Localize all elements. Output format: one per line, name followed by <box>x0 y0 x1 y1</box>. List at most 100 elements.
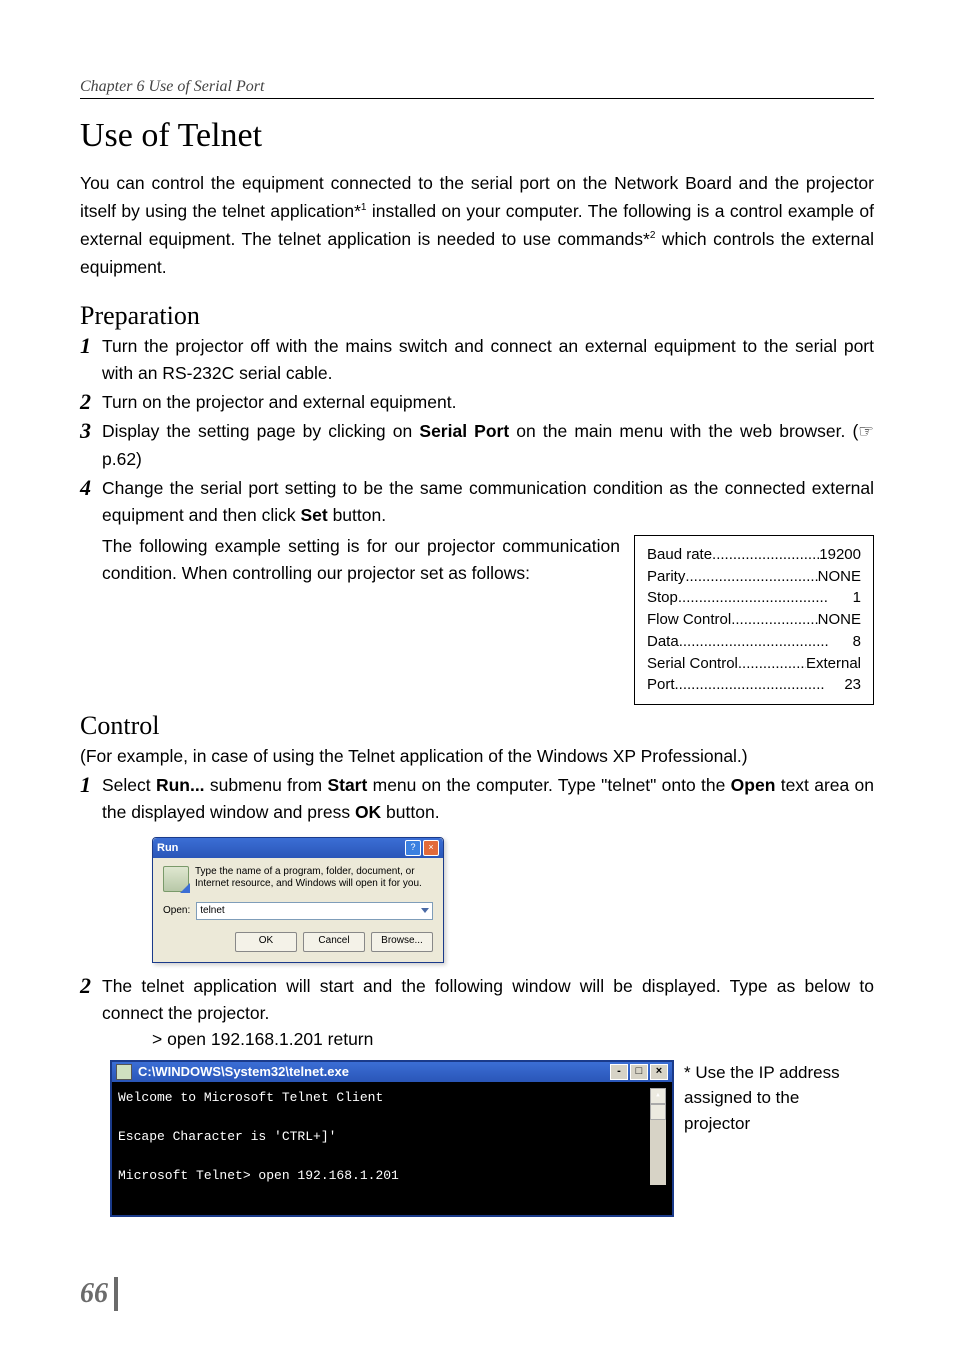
step-number: 1 <box>80 772 102 826</box>
step-text: The telnet application will start and th… <box>102 973 874 1027</box>
chevron-down-icon[interactable] <box>421 908 429 913</box>
v: NONE <box>818 566 861 588</box>
v: 19200 <box>819 544 861 566</box>
line: Escape Character is 'CTRL+]' <box>118 1129 336 1144</box>
k: Parity <box>647 566 685 588</box>
open-input[interactable]: telnet <box>196 902 433 920</box>
t: Change the serial port setting to be the… <box>102 478 874 525</box>
intro-paragraph: You can control the equipment connected … <box>80 169 874 281</box>
close-icon[interactable]: × <box>650 1064 668 1080</box>
control-step-1: 1 Select Run... submenu from Start menu … <box>80 772 874 826</box>
settings-row: Serial Control External <box>647 653 861 675</box>
maximize-icon[interactable]: □ <box>630 1064 648 1080</box>
step-text: Display the setting page by clicking on … <box>102 418 874 472</box>
dots <box>678 587 853 609</box>
v: 1 <box>853 587 861 609</box>
step-number: 1 <box>80 333 102 387</box>
settings-row: Baud rate 19200 <box>647 544 861 566</box>
set-label: Set <box>300 505 327 525</box>
t: Display the setting page by clicking on <box>102 421 419 441</box>
scroll-thumb[interactable] <box>650 1104 666 1120</box>
step-text: Turn the projector off with the mains sw… <box>102 333 874 387</box>
close-icon[interactable]: × <box>423 840 439 856</box>
t: button. <box>328 505 386 525</box>
run-titlebar[interactable]: Run ? × <box>153 838 443 858</box>
cancel-button[interactable]: Cancel <box>303 932 365 952</box>
minimize-icon[interactable]: - <box>610 1064 628 1080</box>
open-field-label: Open: <box>163 905 190 916</box>
ip-note: * Use the IP address assigned to the pro… <box>684 1060 864 1137</box>
step-text: Turn on the projector and external equip… <box>102 389 874 416</box>
dots <box>675 674 845 696</box>
open-input-value: telnet <box>200 905 224 916</box>
serial-port-label: Serial Port <box>419 421 509 441</box>
page-number: 66 <box>80 1277 118 1311</box>
run-dialog: Run ? × Type the name of a program, fold… <box>152 837 444 963</box>
prep-followup: The following example setting is for our… <box>102 533 620 705</box>
run-description: Type the name of a program, folder, docu… <box>195 866 433 890</box>
page-title: Use of Telnet <box>80 117 874 155</box>
prep-step-4: 4 Change the serial port setting to be t… <box>80 475 874 529</box>
prep-step-2: 2 Turn on the projector and external equ… <box>80 389 874 416</box>
telnet-title-text: C:\WINDOWS\System32\telnet.exe <box>138 1064 608 1079</box>
t: button. <box>381 802 439 822</box>
scrollbar[interactable]: ▴ <box>650 1088 666 1186</box>
v: NONE <box>818 609 861 631</box>
settings-row: Flow Control NONE <box>647 609 861 631</box>
dots <box>712 544 819 566</box>
v: 23 <box>844 674 861 696</box>
open-label: Open <box>731 775 776 795</box>
scroll-up-icon[interactable]: ▴ <box>650 1088 666 1104</box>
k: Port <box>647 674 675 696</box>
run-icon <box>163 866 189 892</box>
settings-row: Data 8 <box>647 631 861 653</box>
settings-row: Port 23 <box>647 674 861 696</box>
t: menu on the computer. Type "telnet" onto… <box>367 775 730 795</box>
prep-step-1: 1 Turn the projector off with the mains … <box>80 333 874 387</box>
run-title: Run <box>157 842 403 854</box>
dots <box>679 631 853 653</box>
step-number: 2 <box>80 389 102 416</box>
k: Baud rate <box>647 544 712 566</box>
k: Stop <box>647 587 678 609</box>
step-number: 2 <box>80 973 102 1027</box>
line: Welcome to Microsoft Telnet Client <box>118 1090 383 1105</box>
telnet-output: Welcome to Microsoft Telnet Client Escap… <box>118 1088 646 1186</box>
telnet-command: > open 192.168.1.201 return <box>152 1029 874 1050</box>
control-note: (For example, in case of using the Telne… <box>80 743 874 770</box>
telnet-body[interactable]: Welcome to Microsoft Telnet Client Escap… <box>112 1082 672 1216</box>
k: Data <box>647 631 679 653</box>
step-text: Change the serial port setting to be the… <box>102 475 874 529</box>
dots <box>738 653 806 675</box>
dots <box>685 566 817 588</box>
chapter-header: Chapter 6 Use of Serial Port <box>80 78 874 99</box>
settings-box: Baud rate 19200 Parity NONE Stop 1 Flow Con… <box>634 535 874 705</box>
t: submenu from <box>205 775 328 795</box>
preparation-heading: Preparation <box>80 301 874 331</box>
start-label: Start <box>327 775 367 795</box>
line: Microsoft Telnet> open 192.168.1.201 <box>118 1168 399 1183</box>
ok-button[interactable]: OK <box>235 932 297 952</box>
control-heading: Control <box>80 711 874 741</box>
browse-button[interactable]: Browse... <box>371 932 433 952</box>
settings-row: Stop 1 <box>647 587 861 609</box>
scroll-track[interactable] <box>650 1120 666 1186</box>
settings-row: Parity NONE <box>647 566 861 588</box>
step-number: 3 <box>80 418 102 472</box>
prep-step-3: 3 Display the setting page by clicking o… <box>80 418 874 472</box>
help-icon[interactable]: ? <box>405 840 421 856</box>
k: Serial Control <box>647 653 738 675</box>
t: Select <box>102 775 156 795</box>
v: 8 <box>853 631 861 653</box>
telnet-titlebar[interactable]: C:\WINDOWS\System32\telnet.exe - □ × <box>112 1062 672 1082</box>
telnet-window: C:\WINDOWS\System32\telnet.exe - □ × Wel… <box>110 1060 674 1218</box>
telnet-app-icon <box>116 1064 132 1080</box>
ok-label: OK <box>355 802 381 822</box>
step-number: 4 <box>80 475 102 529</box>
control-step-2: 2 The telnet application will start and … <box>80 973 874 1027</box>
run-label: Run... <box>156 775 205 795</box>
k: Flow Control <box>647 609 731 631</box>
v: External <box>806 653 861 675</box>
dots <box>731 609 817 631</box>
step-text: Select Run... submenu from Start menu on… <box>102 772 874 826</box>
